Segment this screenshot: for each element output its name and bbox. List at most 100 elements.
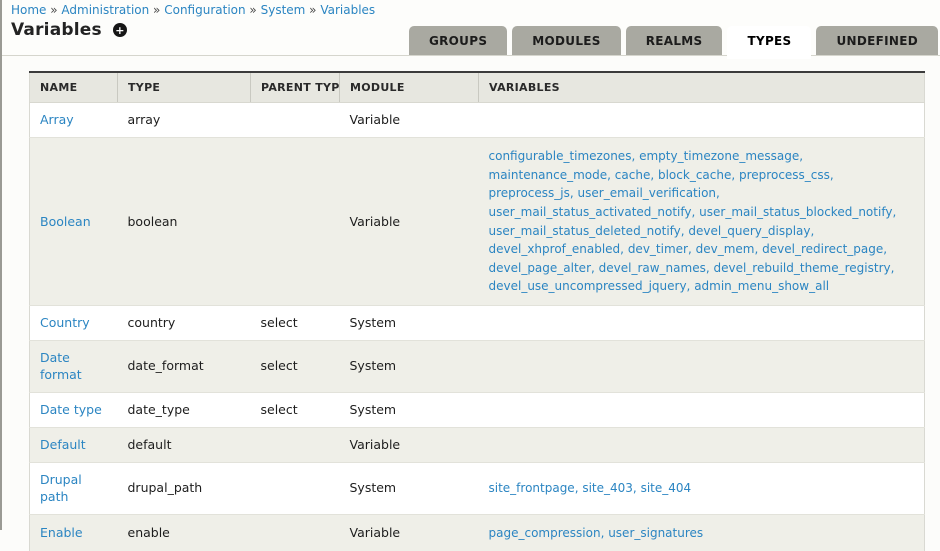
variable-link[interactable]: devel_raw_names — [599, 261, 706, 275]
variable-type-link[interactable]: Array — [40, 112, 74, 127]
variable-type-link[interactable]: Date format — [40, 350, 82, 381]
breadcrumb-separator: » — [46, 3, 61, 17]
variable-link[interactable]: user_mail_status_activated_notify — [489, 205, 692, 219]
breadcrumb-link[interactable]: Configuration — [164, 3, 245, 17]
variable-link[interactable]: devel_query_display — [688, 224, 810, 238]
parent-type-cell — [251, 103, 340, 138]
variable-type-link[interactable]: Country — [40, 315, 90, 330]
type-cell: default — [118, 428, 251, 463]
module-cell: System — [340, 392, 479, 427]
variable-link[interactable]: block_cache — [658, 168, 731, 182]
variable-link[interactable]: devel_use_uncompressed_jquery — [489, 279, 687, 293]
tab-undefined[interactable]: UNDEFINED — [816, 26, 938, 55]
table-row: ArrayarrayVariable — [30, 103, 925, 138]
variables-cell — [479, 103, 925, 138]
variable-link[interactable]: admin_menu_show_all — [694, 279, 829, 293]
column-header: PARENT TYPE — [251, 72, 340, 103]
variable-link[interactable]: site_403 — [582, 481, 633, 495]
name-cell: Array — [30, 103, 118, 138]
variable-link[interactable]: cache — [615, 168, 651, 182]
table-row: BooleanbooleanVariableconfigurable_timez… — [30, 138, 925, 306]
variables-cell: site_frontpage, site_403, site_404 — [479, 463, 925, 515]
breadcrumb-link[interactable]: System — [261, 3, 306, 17]
breadcrumb-link[interactable]: Administration — [61, 3, 149, 17]
page-title: Variables — [11, 20, 102, 40]
variables-cell — [479, 392, 925, 427]
variable-link[interactable]: site_frontpage — [489, 481, 575, 495]
variable-type-link[interactable]: Enable — [40, 525, 83, 540]
module-cell: System — [340, 306, 479, 341]
variable-link[interactable]: user_mail_status_deleted_notify — [489, 224, 681, 238]
column-header: VARIABLES — [479, 72, 925, 103]
variable-link[interactable]: page_compression — [489, 526, 601, 540]
table-row: Enable enable Variablepage_compression, us… — [30, 514, 925, 551]
module-cell: Variable — [340, 138, 479, 306]
breadcrumb-separator: » — [305, 3, 320, 17]
parent-type-cell — [251, 463, 340, 515]
variable-link[interactable]: dev_mem — [696, 242, 755, 256]
variable-link[interactable]: maintenance_mode — [489, 168, 608, 182]
parent-type-cell — [251, 138, 340, 306]
variables-cell — [479, 428, 925, 463]
variable-link[interactable]: preprocess_css — [739, 168, 830, 182]
tab-types[interactable]: TYPES — [727, 26, 811, 59]
variables-cell: configurable_timezones, empty_timezone_m… — [479, 138, 925, 306]
type-cell: drupal_path — [118, 463, 251, 515]
table-row: DefaultdefaultVariable — [30, 428, 925, 463]
variable-type-link[interactable]: Drupal path — [40, 472, 82, 503]
name-cell: Default — [30, 428, 118, 463]
breadcrumb-link[interactable]: Variables — [320, 3, 375, 17]
table-header-row: NAMETYPEPARENT TYPEMODULEVARIABLES — [30, 72, 925, 103]
parent-type-cell: select — [251, 306, 340, 341]
table-body: ArrayarrayVariableBooleanbooleanVariable… — [30, 103, 925, 551]
name-cell: Date format — [30, 341, 118, 393]
type-cell: enable — [118, 514, 251, 551]
breadcrumb: Home » Administration » Configuration » … — [2, 0, 940, 18]
variable-link[interactable]: user_email_verification — [578, 186, 717, 200]
parent-type-cell: select — [251, 392, 340, 427]
table-row: Drupal pathdrupal_pathSystemsite_frontpa… — [30, 463, 925, 515]
tab-realms[interactable]: REALMS — [626, 26, 723, 55]
variable-link[interactable]: devel_redirect_page — [762, 242, 883, 256]
page-header: Home » Administration » Configuration » … — [2, 0, 940, 56]
variables-cell — [479, 341, 925, 393]
name-cell: Enable — [30, 514, 118, 551]
type-cell: date_type — [118, 392, 251, 427]
module-cell: Variable — [340, 103, 479, 138]
variable-link[interactable]: site_404 — [641, 481, 692, 495]
variable-type-link[interactable]: Boolean — [40, 214, 91, 229]
variable-link[interactable]: empty_timezone_message — [639, 149, 799, 163]
variable-type-link[interactable]: Date type — [40, 402, 102, 417]
column-header: TYPE — [118, 72, 251, 103]
variable-link[interactable]: devel_rebuild_theme_registry — [713, 261, 890, 275]
name-cell: Date type — [30, 392, 118, 427]
variable-link[interactable]: devel_xhprof_enabled — [489, 242, 621, 256]
breadcrumb-separator: » — [246, 3, 261, 17]
name-cell: Boolean — [30, 138, 118, 306]
variable-link[interactable]: user_signatures — [608, 526, 703, 540]
module-cell: System — [340, 463, 479, 515]
variable-link[interactable]: preprocess_js — [489, 186, 570, 200]
column-header: MODULE — [340, 72, 479, 103]
variable-link[interactable]: devel_page_alter — [489, 261, 592, 275]
tab-modules[interactable]: MODULES — [512, 26, 620, 55]
variables-cell: page_compression, user_signatures — [479, 514, 925, 551]
module-cell: Variable — [340, 514, 479, 551]
name-cell: Drupal path — [30, 463, 118, 515]
type-cell: country — [118, 306, 251, 341]
table-row: Country countryselectSystem — [30, 306, 925, 341]
breadcrumb-separator: » — [149, 3, 164, 17]
variables-table: NAMETYPEPARENT TYPEMODULEVARIABLES Array… — [29, 71, 925, 551]
add-icon[interactable]: + — [113, 23, 127, 37]
tab-groups[interactable]: GROUPS — [409, 26, 507, 55]
column-header: NAME — [30, 72, 118, 103]
table-row: Date type date_typeselectSystem — [30, 392, 925, 427]
type-cell: date_format — [118, 341, 251, 393]
tab-bar: GROUPSMODULESREALMSTYPESUNDEFINED — [409, 26, 938, 55]
table-row: Date formatdate_formatselectSystem — [30, 341, 925, 393]
variable-link[interactable]: configurable_timezones — [489, 149, 632, 163]
breadcrumb-link[interactable]: Home — [11, 3, 46, 17]
variable-link[interactable]: dev_timer — [628, 242, 688, 256]
variable-link[interactable]: user_mail_status_blocked_notify — [699, 205, 892, 219]
variable-type-link[interactable]: Default — [40, 437, 86, 452]
